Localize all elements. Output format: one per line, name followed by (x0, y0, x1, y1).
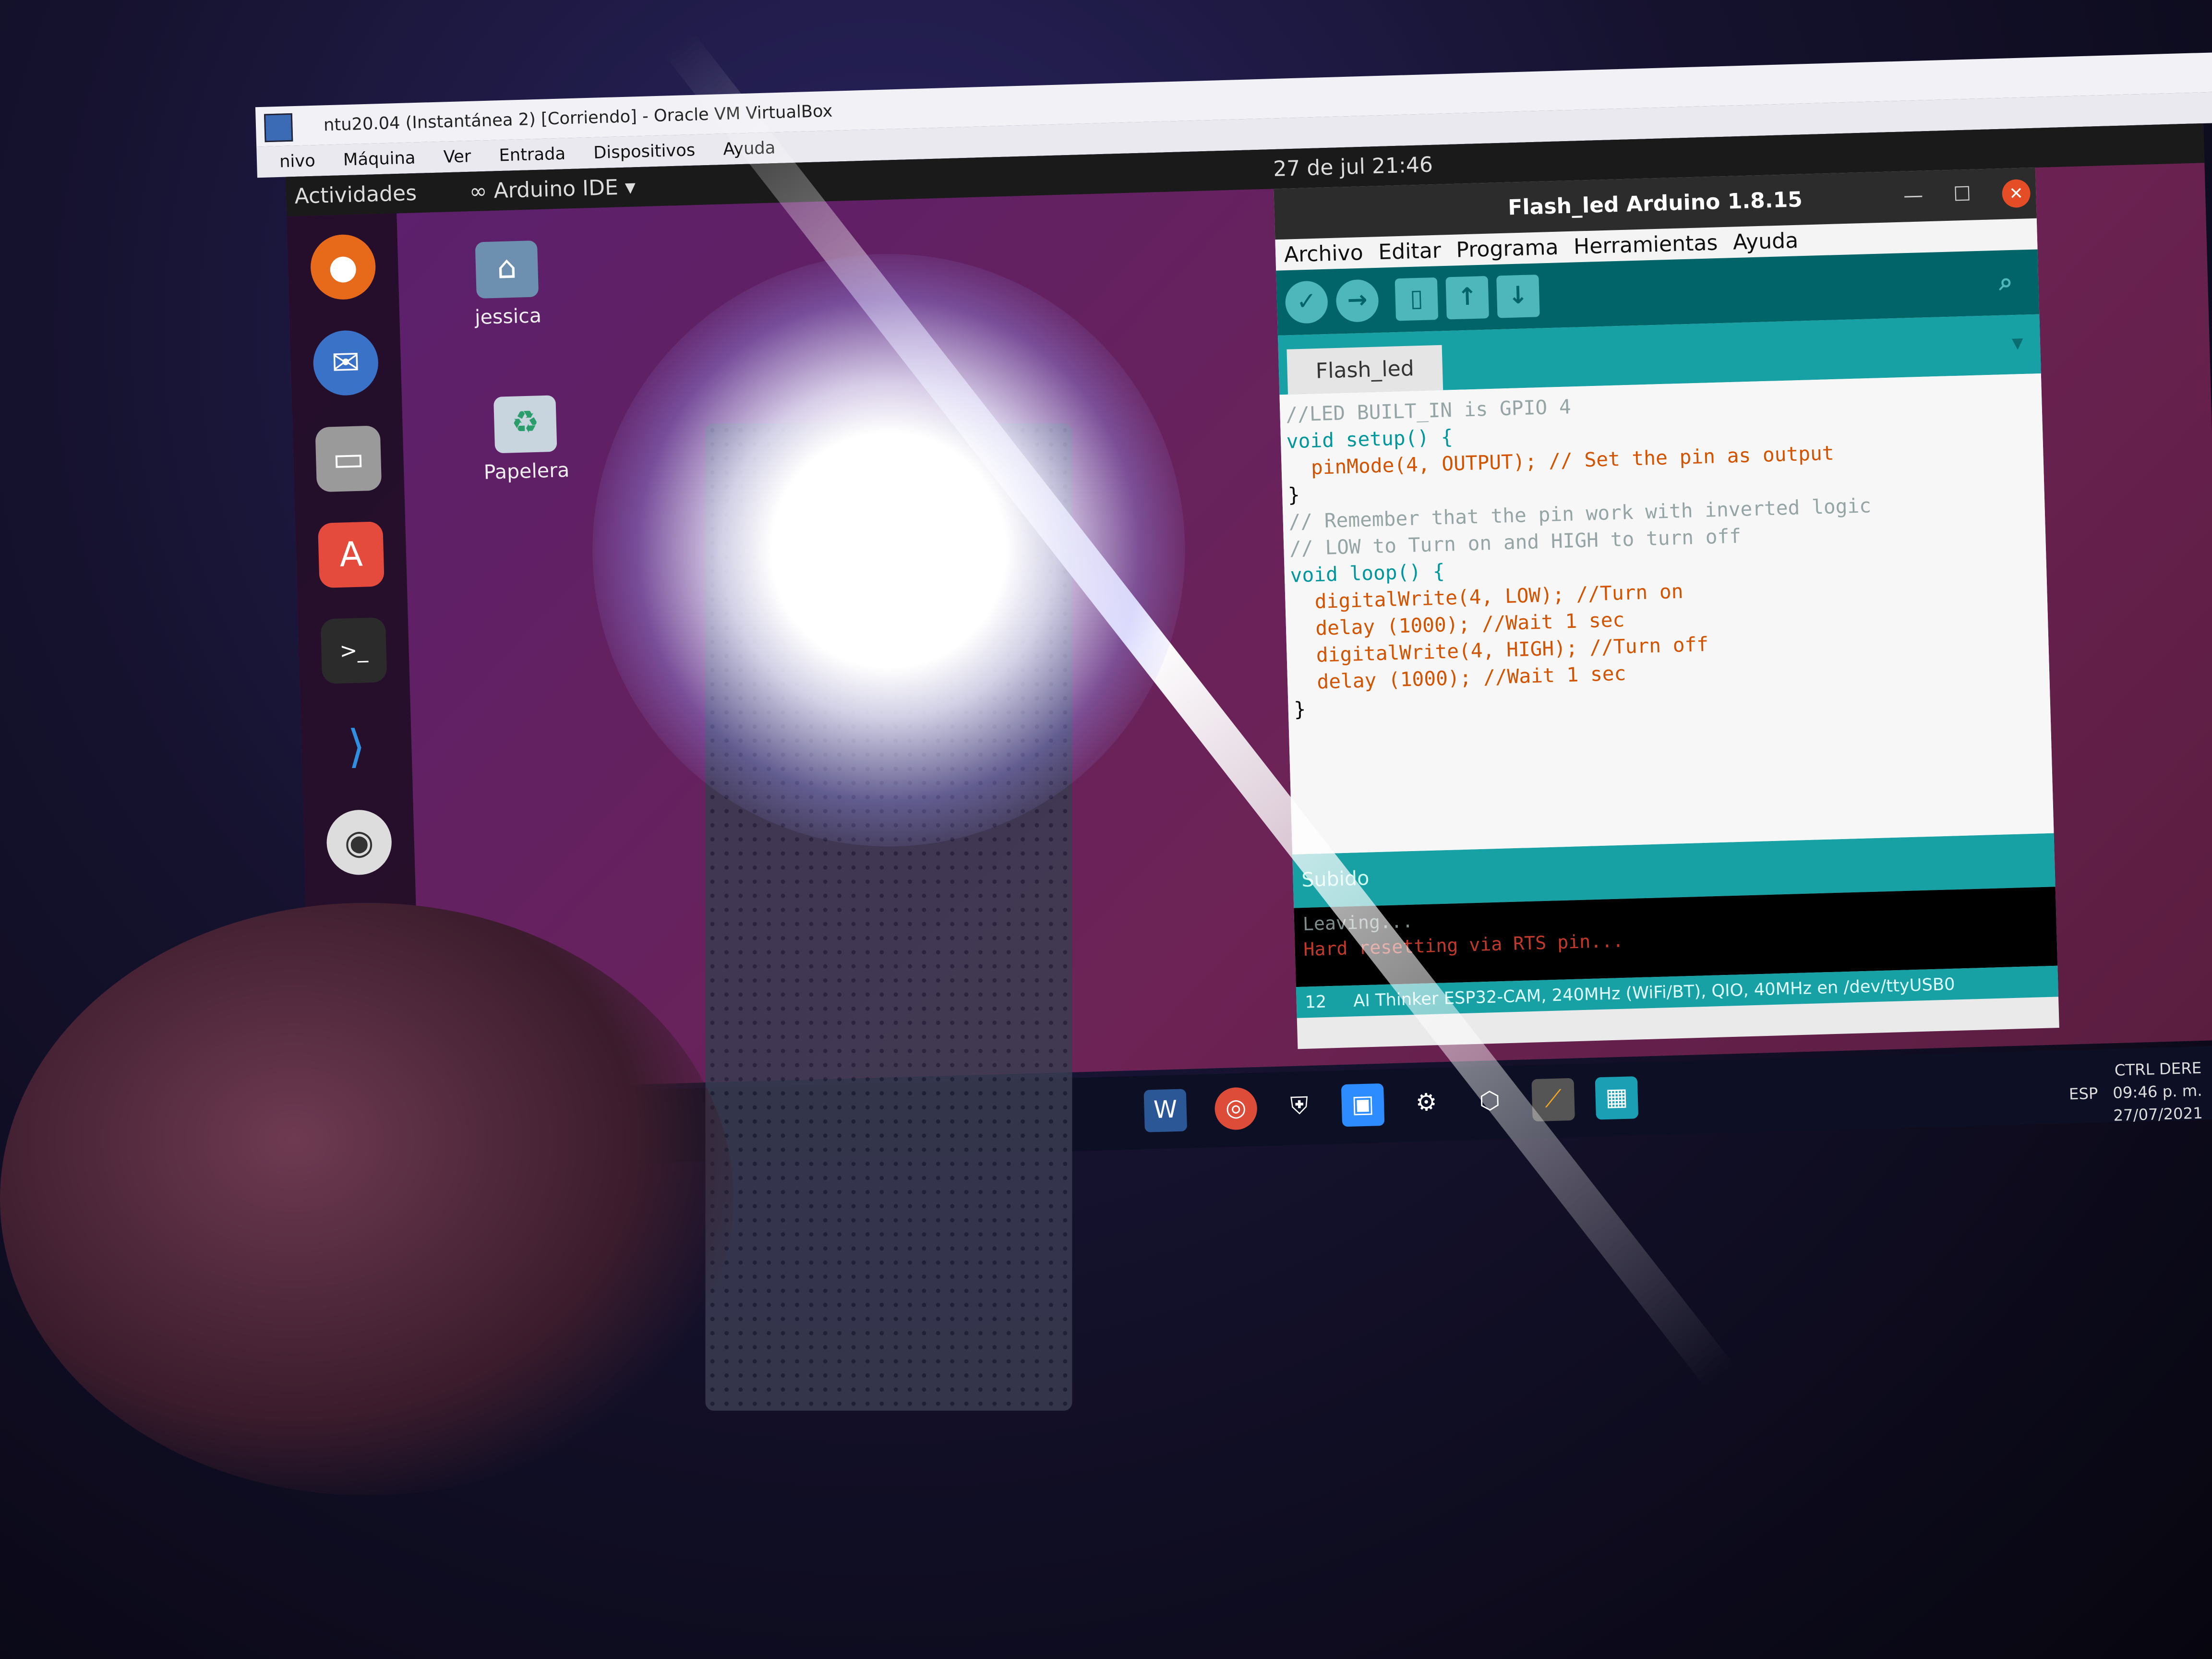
desktop-icon-label: Papelera (483, 459, 570, 485)
menu-programa[interactable]: Programa (1456, 235, 1559, 263)
terminal-icon[interactable]: >_ (320, 617, 387, 684)
menu-herramientas[interactable]: Herramientas (1573, 230, 1718, 259)
vb-menu-ayuda[interactable]: Ayuda (722, 132, 776, 165)
new-icon[interactable]: ▯ (1395, 277, 1439, 321)
vb-menu-dispositivos[interactable]: Dispositivos (593, 134, 696, 168)
minimize-icon[interactable]: — (1903, 171, 1924, 222)
serial-monitor-icon[interactable]: ⌕ (1984, 261, 2028, 305)
tab-flash-led[interactable]: Flash_led (1286, 345, 1443, 395)
breadboard (705, 423, 1072, 1411)
language-indicator[interactable]: ESP (2068, 1084, 2098, 1104)
vb-menu-ver[interactable]: Ver (443, 141, 471, 172)
clock[interactable]: 27 de jul 21:46 (1273, 145, 1433, 189)
ubuntu-vm-icon[interactable]: ⟋ (1531, 1078, 1575, 1122)
home-folder-icon: ⌂ (475, 240, 539, 299)
tray-time[interactable]: 09:46 p. m. (2113, 1082, 2202, 1102)
maximize-icon[interactable]: ☐ (1953, 169, 1972, 221)
firefox-icon[interactable]: ● (310, 233, 377, 301)
vscode-icon[interactable]: ⟩ (323, 713, 390, 780)
ubuntu-desktop: Actividades ∞ Arduino IDE ▾ 27 de jul 21… (285, 123, 2212, 1094)
desktop-icon-label: jessica (474, 305, 542, 330)
arduino-window-title: Flash_led Arduino 1.8.15 (1507, 187, 1803, 221)
zoom-icon[interactable]: ▣ (1341, 1083, 1385, 1127)
line-number: 12 (1304, 992, 1327, 1012)
virtualbox-taskbar-icon[interactable]: ⬡ (1468, 1080, 1512, 1123)
upload-icon[interactable]: → (1335, 279, 1379, 323)
vb-menu-entrada[interactable]: Entrada (499, 138, 566, 171)
photo-stage: ntu20.04 (Instantánea 2) [Corriendo] - O… (0, 0, 2212, 1659)
app-menu[interactable]: ∞ Arduino IDE ▾ (469, 167, 636, 211)
host-key: CTRL DERE (2114, 1059, 2202, 1080)
vb-menu-archivo[interactable]: nivo (279, 145, 316, 177)
open-icon[interactable]: ↑ (1445, 276, 1489, 320)
desktop-icon-trash[interactable]: ♻ Papelera (468, 395, 583, 485)
tray-date[interactable]: 27/07/2021 (2113, 1104, 2203, 1125)
github-desktop-icon[interactable]: ◉ (325, 809, 393, 876)
desktop-icon-home[interactable]: ⌂ jessica (450, 240, 565, 330)
code-editor[interactable]: //LED BUILT_IN is GPIO 4 void setup() { … (1279, 373, 2054, 854)
shield-icon[interactable]: ⛨ (1278, 1085, 1322, 1129)
menu-editar[interactable]: Editar (1378, 238, 1442, 265)
menu-ayuda[interactable]: Ayuda (1732, 228, 1799, 255)
files-icon[interactable]: ▭ (315, 425, 382, 493)
activities-button[interactable]: Actividades (294, 173, 417, 216)
thunderbird-icon[interactable]: ✉ (312, 329, 379, 397)
gear-icon[interactable]: ⚙ (1405, 1082, 1448, 1125)
software-center-icon[interactable]: A (317, 521, 385, 589)
arduino-ide-window: Flash_led Arduino 1.8.15 — ☐ ✕ Archivo E… (1274, 168, 2059, 1049)
hand (0, 902, 734, 1496)
close-icon[interactable]: ✕ (2001, 179, 2031, 208)
virtualbox-icon (264, 113, 293, 143)
photos-icon[interactable]: ▦ (1595, 1076, 1639, 1120)
verify-icon[interactable]: ✓ (1285, 280, 1329, 324)
system-tray: CTRL DERE ESP 09:46 p. m. 27/07/2021 (2068, 1058, 2203, 1129)
word-icon[interactable]: W (1143, 1089, 1188, 1132)
trash-icon: ♻ (493, 395, 557, 454)
save-icon[interactable]: ↓ (1496, 274, 1540, 318)
tab-menu-icon[interactable]: ▾ (2011, 329, 2023, 356)
chrome-icon[interactable]: ◎ (1214, 1087, 1258, 1130)
vb-menu-maquina[interactable]: Máquina (343, 142, 416, 175)
menu-archivo[interactable]: Archivo (1284, 240, 1363, 267)
